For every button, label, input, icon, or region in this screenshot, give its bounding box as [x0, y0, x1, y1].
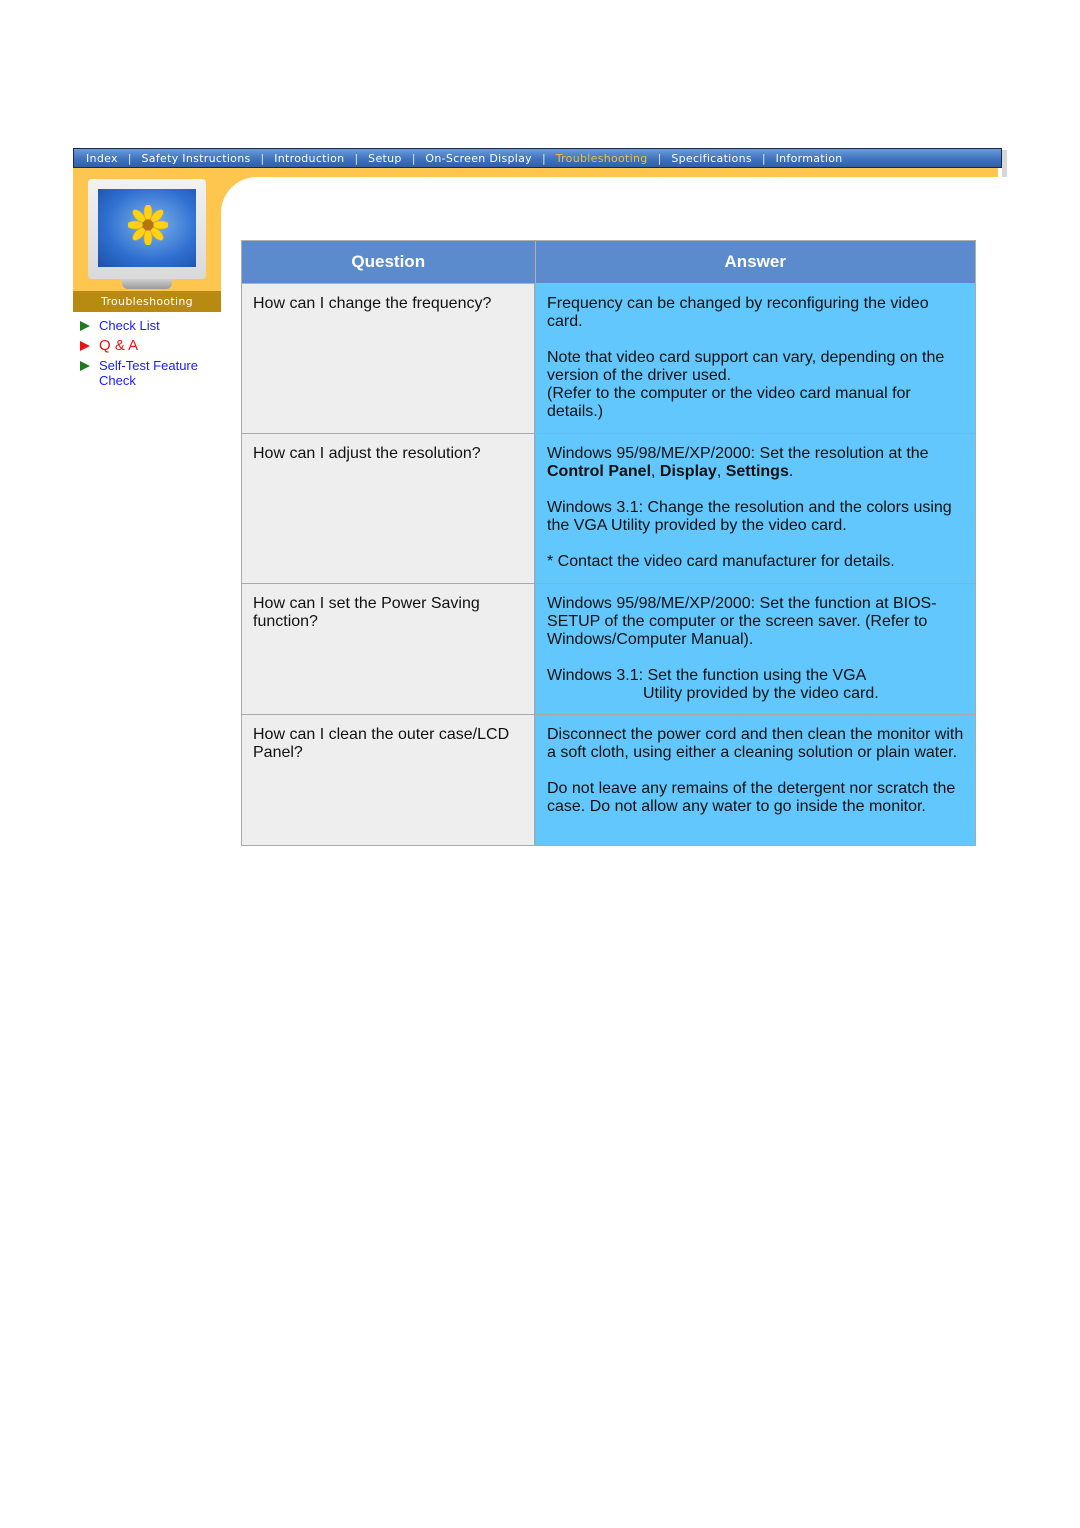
- nav-separator: |: [761, 151, 766, 165]
- answer-paragraph: Windows 3.1: Set the function using the …: [547, 667, 964, 703]
- table-row: How can I clean the outer case/LCD Panel…: [241, 714, 976, 846]
- answer-text: .: [788, 463, 794, 480]
- answer-bold-term: Display: [659, 463, 717, 480]
- monitor-bezel: [88, 179, 206, 279]
- sidebar-item-q-and-a[interactable]: Q & A: [80, 337, 230, 354]
- monitor-stand: [122, 279, 172, 289]
- answer-text: Utility provided by the video card.: [643, 685, 879, 702]
- answer-text: Note that video card support can vary, d…: [547, 349, 945, 384]
- section-label: Troubleshooting: [73, 291, 221, 312]
- sidebar-item-label[interactable]: Check List: [99, 318, 160, 333]
- answer-text: Windows 3.1: Set the function using the …: [547, 667, 867, 684]
- nav-separator: |: [411, 151, 416, 165]
- question-cell: How can I adjust the resolution?: [241, 433, 536, 584]
- sidebar-links: Check List Q & A Self-Test Feature Check: [80, 318, 230, 392]
- red-triangle-icon: [80, 341, 90, 351]
- question-cell: How can I change the frequency?: [241, 283, 536, 434]
- table-header-row: Question Answer: [241, 240, 976, 284]
- nav-item-index[interactable]: Index: [86, 152, 118, 165]
- answer-paragraph: * Contact the video card manufacturer fo…: [547, 553, 895, 570]
- answer-paragraph: Windows 95/98/ME/XP/2000: Set the resolu…: [547, 445, 964, 481]
- nav-item-introduction[interactable]: Introduction: [274, 152, 344, 165]
- sidebar-item-self-test-feature-check[interactable]: Self-Test Feature Check: [80, 358, 230, 388]
- question-cell: How can I clean the outer case/LCD Panel…: [241, 714, 536, 846]
- question-cell: How can I set the Power Saving function?: [241, 583, 536, 715]
- nav-separator: |: [541, 151, 546, 165]
- answer-paragraph: Disconnect the power cord and then clean…: [547, 726, 964, 761]
- table-row: How can I set the Power Saving function?…: [241, 583, 976, 715]
- answer-bold-term: Settings: [725, 463, 789, 480]
- nav-separator: |: [354, 151, 359, 165]
- answer-text: ,: [716, 463, 726, 480]
- answer-bold-term: Control Panel: [547, 463, 652, 480]
- nav-item-on-screen-display[interactable]: On-Screen Display: [425, 152, 532, 165]
- answer-cell: Windows 95/98/ME/XP/2000: Set the functi…: [534, 583, 976, 715]
- answer-paragraph: Note that video card support can vary, d…: [547, 349, 964, 421]
- answer-text: ,: [651, 463, 660, 480]
- answer-text: Windows 95/98/ME/XP/2000: Set the resolu…: [547, 445, 929, 462]
- table-row: How can I adjust the resolution? Windows…: [241, 433, 976, 584]
- nav-item-troubleshooting[interactable]: Troubleshooting: [556, 152, 648, 165]
- table-row: How can I change the frequency? Frequenc…: [241, 283, 976, 434]
- answer-text: (Refer to the computer or the video card…: [547, 385, 911, 420]
- nav-item-setup[interactable]: Setup: [368, 152, 402, 165]
- answer-paragraph: Windows 3.1: Change the resolution and t…: [547, 499, 952, 534]
- green-triangle-icon: [80, 321, 90, 331]
- answer-paragraph: Do not leave any remains of the detergen…: [547, 780, 956, 815]
- green-triangle-icon: [80, 361, 90, 371]
- answer-cell: Windows 95/98/ME/XP/2000: Set the resolu…: [534, 433, 976, 584]
- nav-item-specifications[interactable]: Specifications: [671, 152, 752, 165]
- nav-separator: |: [260, 151, 265, 165]
- monitor-illustration: [88, 179, 206, 291]
- column-header-answer: Answer: [534, 240, 976, 284]
- monitor-screen: [98, 189, 196, 267]
- top-navigation-bar: Index | Safety Instructions | Introducti…: [73, 148, 1002, 168]
- nav-separator: |: [127, 151, 132, 165]
- nav-item-safety-instructions[interactable]: Safety Instructions: [142, 152, 251, 165]
- sunflower-icon: [128, 205, 168, 245]
- sidebar-item-label-line1: Self-Test Feature: [99, 358, 198, 373]
- sidebar-item-label[interactable]: Q & A: [99, 337, 138, 354]
- answer-cell: Disconnect the power cord and then clean…: [534, 714, 976, 846]
- sidebar-item-label-line2: Check: [99, 373, 136, 388]
- nav-shadow: [1002, 150, 1007, 177]
- nav-item-information[interactable]: Information: [776, 152, 843, 165]
- answer-paragraph: Frequency can be changed by reconfigurin…: [547, 295, 929, 330]
- answer-cell: Frequency can be changed by reconfigurin…: [534, 283, 976, 434]
- nav-separator: |: [657, 151, 662, 165]
- sidebar-item-label[interactable]: Self-Test Feature Check: [99, 358, 198, 388]
- qa-table: Question Answer How can I change the fre…: [241, 240, 976, 846]
- answer-paragraph: Windows 95/98/ME/XP/2000: Set the functi…: [547, 595, 937, 648]
- column-header-question: Question: [241, 240, 536, 284]
- sidebar-item-check-list[interactable]: Check List: [80, 318, 230, 333]
